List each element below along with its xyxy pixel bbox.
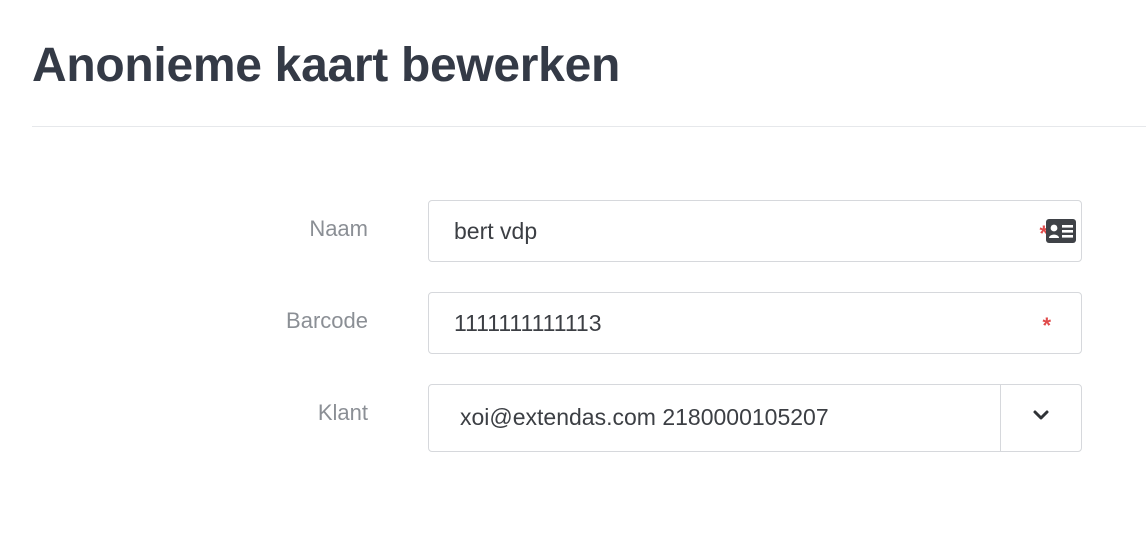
klant-select[interactable]: xoi@extendas.com 2180000105207: [428, 384, 1082, 452]
barcode-field[interactable]: 1111111111113 *: [428, 292, 1082, 354]
edit-anonymous-card-page: Anonieme kaart bewerken Naam bert vdp * …: [0, 0, 1146, 554]
naam-label: Naam: [309, 216, 368, 241]
naam-field[interactable]: bert vdp *: [428, 200, 1082, 262]
title-divider: [32, 126, 1146, 127]
select-divider: [1000, 385, 1001, 451]
page-title: Anonieme kaart bewerken: [32, 39, 620, 92]
barcode-input-value[interactable]: 1111111111113: [454, 310, 602, 337]
chevron-down-icon[interactable]: [1032, 408, 1050, 422]
klant-label: Klant: [317, 400, 368, 425]
barcode-required-marker: *: [1042, 313, 1051, 338]
barcode-label: Barcode: [286, 308, 368, 333]
klant-selected-value: xoi@extendas.com 2180000105207: [460, 404, 829, 430]
contact-card-icon[interactable]: [1046, 219, 1076, 243]
naam-input-value[interactable]: bert vdp: [454, 218, 537, 245]
